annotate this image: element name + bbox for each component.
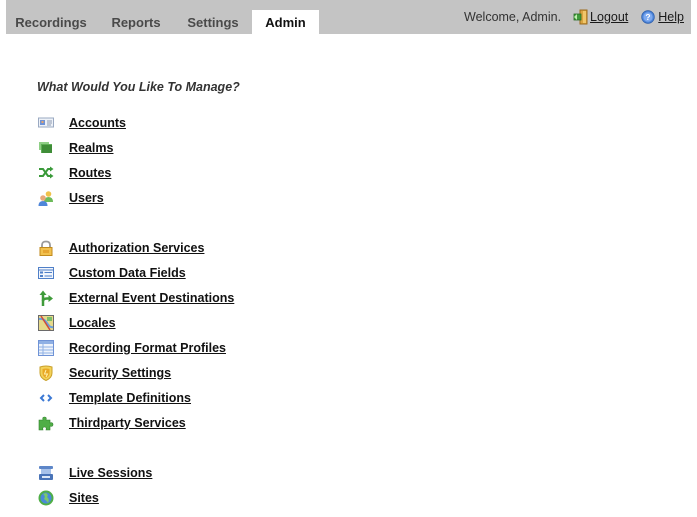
- live-sessions-link[interactable]: Live Sessions: [69, 466, 152, 480]
- lock-icon: [38, 240, 54, 256]
- tab-reports[interactable]: Reports: [102, 10, 170, 34]
- tab-admin[interactable]: Admin: [252, 10, 319, 34]
- logout-door-icon: [573, 9, 588, 25]
- users-link[interactable]: Users: [69, 191, 104, 205]
- menu-item-realms[interactable]: Realms: [38, 139, 113, 157]
- map-icon: [38, 315, 54, 331]
- page-heading: What Would You Like To Manage?: [37, 80, 240, 94]
- template-definitions-link[interactable]: Template Definitions: [69, 391, 191, 405]
- menu-item-sites[interactable]: Sites: [38, 489, 99, 507]
- logout-link[interactable]: Logout: [573, 9, 628, 25]
- routes-link[interactable]: Routes: [69, 166, 111, 180]
- menu-item-accounts[interactable]: Accounts: [38, 114, 126, 132]
- thirdparty-services-link[interactable]: Thirdparty Services: [69, 416, 186, 430]
- top-nav-bar: Recordings Reports Settings Admin Welcom…: [6, 0, 691, 34]
- menu-item-recording-format-profiles[interactable]: Recording Format Profiles: [38, 339, 226, 357]
- help-link[interactable]: ? Help: [641, 10, 684, 24]
- custom-data-fields-link[interactable]: Custom Data Fields: [69, 266, 186, 280]
- puzzle-icon: [38, 415, 54, 431]
- routes-shuffle-icon: [38, 165, 54, 181]
- help-icon: ?: [641, 10, 655, 24]
- sites-link[interactable]: Sites: [69, 491, 99, 505]
- menu-item-custom-data-fields[interactable]: Custom Data Fields: [38, 264, 186, 282]
- live-sessions-icon: [38, 465, 54, 481]
- menu-item-security-settings[interactable]: Security Settings: [38, 364, 171, 382]
- table-icon: [38, 340, 54, 356]
- menu-item-users[interactable]: Users: [38, 189, 104, 207]
- realms-link[interactable]: Realms: [69, 141, 113, 155]
- tab-recordings[interactable]: Recordings: [6, 10, 96, 34]
- logout-label: Logout: [590, 10, 629, 24]
- menu-item-locales[interactable]: Locales: [38, 314, 116, 332]
- branch-arrow-icon: [38, 290, 54, 306]
- user-bar: Welcome, Admin. Logout ? Help: [464, 9, 684, 25]
- form-fields-icon: [38, 265, 54, 281]
- external-event-destinations-link[interactable]: External Event Destinations: [69, 291, 234, 305]
- recording-format-profiles-link[interactable]: Recording Format Profiles: [69, 341, 226, 355]
- accounts-link[interactable]: Accounts: [69, 116, 126, 130]
- welcome-text: Welcome, Admin.: [464, 10, 562, 24]
- help-label: Help: [658, 10, 684, 24]
- authorization-services-link[interactable]: Authorization Services: [69, 241, 204, 255]
- globe-icon: [38, 490, 54, 506]
- security-settings-link[interactable]: Security Settings: [69, 366, 171, 380]
- code-brackets-icon: [38, 390, 54, 406]
- menu-item-external-event-destinations[interactable]: External Event Destinations: [38, 289, 234, 307]
- menu-item-routes[interactable]: Routes: [38, 164, 111, 182]
- locales-link[interactable]: Locales: [69, 316, 116, 330]
- accounts-card-icon: [38, 115, 54, 131]
- menu-item-live-sessions[interactable]: Live Sessions: [38, 464, 152, 482]
- svg-text:?: ?: [646, 12, 651, 22]
- tab-settings[interactable]: Settings: [178, 10, 248, 34]
- users-icon: [38, 190, 54, 206]
- menu-item-authorization-services[interactable]: Authorization Services: [38, 239, 204, 257]
- menu-item-template-definitions[interactable]: Template Definitions: [38, 389, 191, 407]
- menu-item-thirdparty-services[interactable]: Thirdparty Services: [38, 414, 186, 432]
- realms-icon: [38, 140, 54, 156]
- shield-icon: [38, 365, 54, 381]
